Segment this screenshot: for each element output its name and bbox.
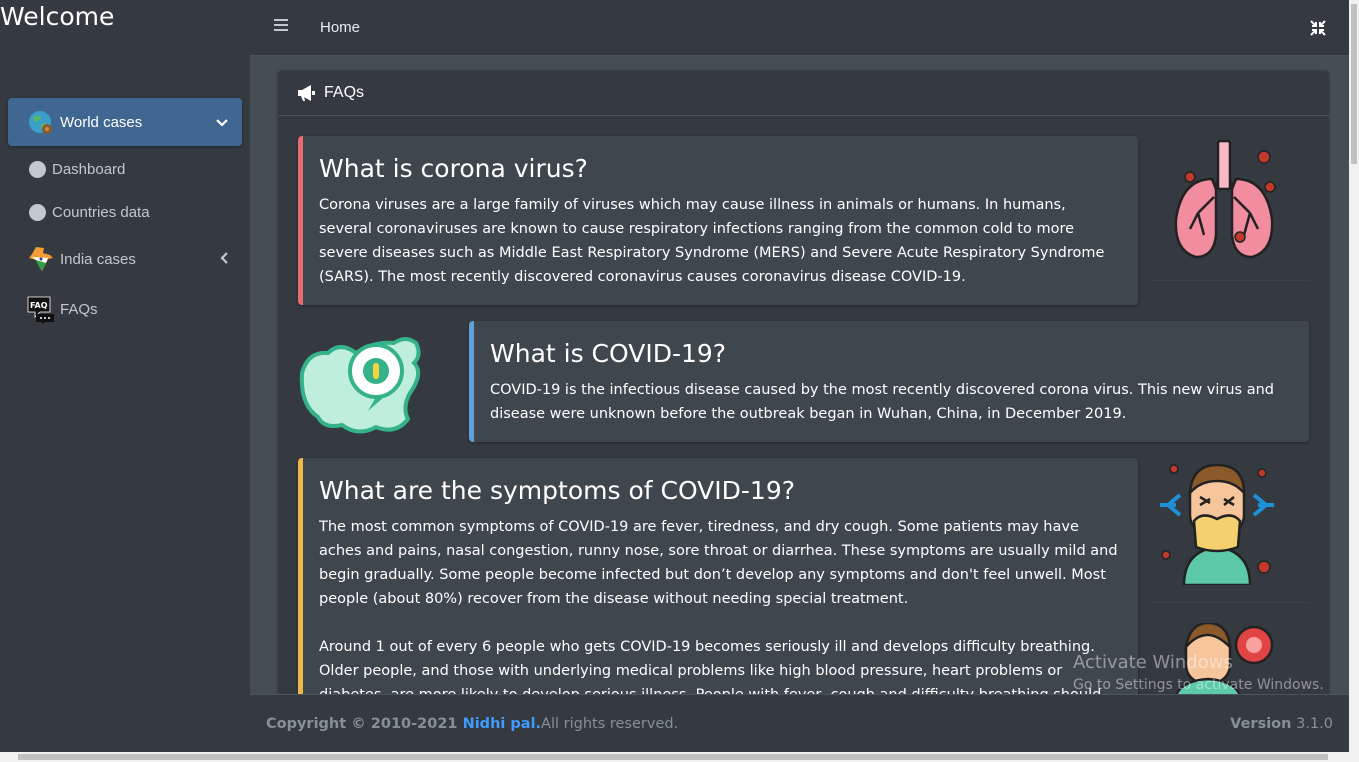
globe-virus-icon: [26, 108, 60, 136]
watermark-title: Activate Windows: [1073, 652, 1233, 673]
top-navbar: Home: [250, 0, 1349, 56]
copyright-text: Copyright © 2010-2021: [266, 715, 463, 732]
circle-icon: [29, 161, 46, 178]
content-wrapper: FAQs What is corona virus? Corona viruse…: [250, 57, 1349, 694]
divider: [1151, 602, 1309, 603]
divider: [1151, 280, 1309, 281]
india-map-icon: [26, 244, 60, 274]
rights-text: All rights reserved.: [541, 715, 679, 732]
china-map-virus-icon: [298, 333, 428, 442]
hamburger-menu-icon[interactable]: [274, 19, 288, 33]
faq-answer: COVID-19 is the infectious disease cause…: [490, 382, 1275, 422]
footer-copyright: Copyright © 2010-2021 Nidhi pal.All righ…: [266, 716, 678, 732]
bullhorn-icon: [298, 85, 315, 101]
faq-callout: What are the symptoms of COVID-19? The m…: [298, 458, 1138, 694]
sidebar-item-label: World cases: [60, 113, 143, 131]
version-info: Version 3.1.0: [1230, 716, 1333, 732]
circle-icon: [29, 204, 46, 221]
horizontal-scrollbar[interactable]: [0, 752, 1359, 762]
sidebar-item-countries-data[interactable]: Countries data: [8, 191, 242, 234]
sidebar-nav: World cases Dashboard Countries data Ind…: [8, 98, 242, 332]
version-label: Version: [1230, 715, 1292, 732]
faq-question: What is COVID-19?: [490, 339, 727, 368]
version-number: 3.1.0: [1296, 715, 1333, 732]
sidebar-item-faqs[interactable]: FAQ FAQs: [8, 286, 242, 332]
chevron-left-icon: [220, 251, 228, 267]
lungs-virus-icon: [1168, 139, 1280, 266]
sidebar-item-label: Countries data: [52, 204, 150, 221]
chevron-down-icon: [216, 114, 228, 130]
sidebar-item-india-cases[interactable]: India cases: [8, 236, 242, 282]
home-link[interactable]: Home: [320, 19, 360, 36]
author-link[interactable]: Nidhi pal.: [463, 716, 541, 732]
sidebar: Welcome World cases Dashboard Countries …: [0, 0, 250, 752]
sidebar-item-world-cases[interactable]: World cases: [8, 98, 242, 146]
sidebar-item-label: FAQs: [60, 300, 98, 318]
vertical-scrollbar[interactable]: [1349, 0, 1359, 752]
watermark-subtitle: Go to Settings to activate Windows.: [1073, 677, 1324, 693]
activate-windows-watermark: Activate Windows Go to Settings to activ…: [1073, 652, 1324, 693]
coughing-person-icon: [1154, 459, 1280, 590]
faq-answer: The most common symptoms of COVID-19 are…: [319, 519, 1118, 607]
faq-bubble-icon: FAQ: [26, 294, 60, 324]
faq-question: What is corona virus?: [319, 154, 588, 183]
sidebar-item-dashboard[interactable]: Dashboard: [8, 148, 242, 191]
card-header: FAQs: [278, 71, 1329, 116]
brand-title[interactable]: Welcome: [0, 2, 114, 31]
faq-answer: Corona viruses are a large family of vir…: [319, 197, 1105, 285]
sidebar-item-label: India cases: [60, 250, 136, 268]
faq-callout: What is COVID-19? COVID-19 is the infect…: [469, 321, 1309, 442]
sidebar-item-label: Dashboard: [52, 161, 126, 178]
footer: Copyright © 2010-2021 Nidhi pal.All righ…: [250, 694, 1349, 752]
svg-text:FAQ: FAQ: [30, 301, 48, 310]
faq-question: What are the symptoms of COVID-19?: [319, 476, 796, 505]
card-title: FAQs: [324, 84, 365, 101]
fullscreen-toggle-icon[interactable]: [1309, 19, 1327, 37]
faq-answer: Around 1 out of every 6 people who gets …: [319, 639, 1101, 694]
faq-card: FAQs What is corona virus? Corona viruse…: [278, 71, 1329, 694]
faq-callout: What is corona virus? Corona viruses are…: [298, 136, 1138, 305]
